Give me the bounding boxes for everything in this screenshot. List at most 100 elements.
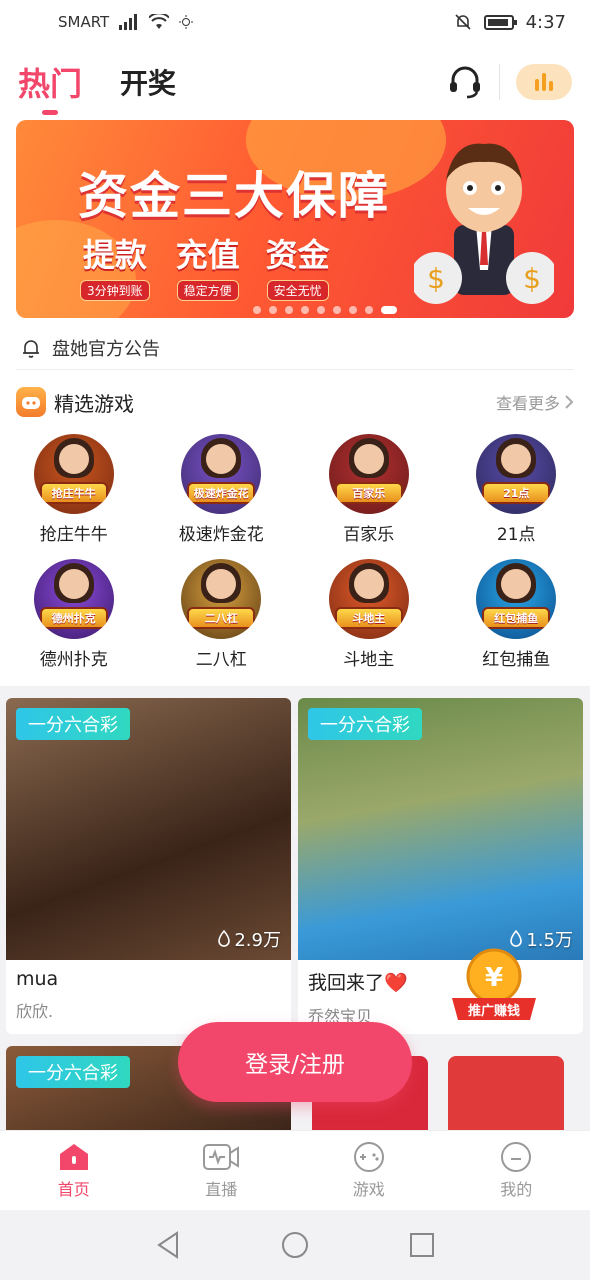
banner-item-sub: 3分钟到账 [80,280,150,301]
game-item[interactable]: 红包捕鱼 红包捕鱼 [443,559,590,670]
nav-label: 我的 [500,1179,533,1199]
headset-icon [450,66,480,99]
game-label: 百家乐 [343,525,395,545]
bell-icon [23,339,39,358]
game-icon: 极速炸金花 [181,434,262,514]
banner-item-title: 资金 [265,236,330,274]
login-register-button[interactable]: 登录/注册 [178,1022,412,1102]
nav-profile[interactable]: 我的 [443,1131,590,1210]
game-label: 红包捕鱼 [482,650,551,670]
game-item[interactable]: 二八杠 二八杠 [148,559,296,670]
svg-text:$: $ [523,262,541,295]
bar-chart-icon-bar [542,73,546,91]
game-icon: 红包捕鱼 [476,559,557,639]
game-item[interactable]: 21点 21点 [443,434,590,545]
mute-bell-icon [455,14,471,30]
banner-dot[interactable] [365,306,373,314]
live-card[interactable]: 一分六合彩 2.9万 mua 欣欣. [6,698,291,1034]
viewer-count-value: 2.9万 [234,930,281,951]
game-icon: 斗地主 [328,559,409,639]
lottery-tag: 一分六合彩 [308,708,422,740]
announcement-text: 盘她官方公告 [52,338,160,360]
game-controller-icon [16,387,46,417]
games-grid: 抢庄牛牛 抢庄牛牛 极速炸金花 极速炸金花 百家乐 百家乐 21点 21点 德州扑克 德州扑克 二八… [0,434,590,686]
signal-icon [119,14,138,30]
svg-text:$: $ [427,262,445,295]
flame-icon [218,930,231,947]
live-video-icon [203,1143,240,1170]
banner-item-sub: 稳定方便 [176,280,239,301]
banner-dot[interactable] [301,306,309,314]
divider [499,64,500,100]
banner-dot[interactable] [269,306,277,314]
game-art [353,444,384,474]
promo-earn-button[interactable]: ¥ 推广赚钱 [444,948,544,1028]
game-item[interactable]: 极速炸金花 极速炸金花 [148,434,296,545]
banner-item-sub: 安全无忧 [266,280,329,301]
nav-label: 直播 [205,1179,238,1199]
gamepad-icon [353,1141,384,1172]
game-icon: 德州扑克 [33,559,114,639]
back-icon[interactable] [155,1231,181,1259]
promo-label: 推广赚钱 [468,1003,520,1019]
game-item[interactable]: 斗地主 斗地主 [295,559,443,670]
nav-home[interactable]: 首页 [0,1131,148,1210]
bottom-nav: 首页 直播 游戏 我的 [0,1130,590,1210]
banner-items: 提款 3分钟到账 充值 稳定方便 资金 安全无忧 [80,230,330,301]
recents-icon[interactable] [409,1232,435,1258]
lottery-tag: 一分六合彩 [16,1056,130,1088]
game-label: 21点 [496,525,536,545]
viewer-count: 2.9万 [217,926,281,952]
featured-games-header: 精选游戏 查看更多 [0,370,590,434]
game-item[interactable]: 百家乐 百家乐 [295,434,443,545]
game-item[interactable]: 抢庄牛牛 抢庄牛牛 [0,434,148,545]
game-label: 抢庄牛牛 [39,525,108,545]
banner-dot[interactable] [253,306,261,314]
game-item[interactable]: 德州扑克 德州扑克 [0,559,148,670]
mascot-illustration: $ $ [414,143,554,304]
game-art [353,569,384,599]
announcement-bar[interactable]: 盘她官方公告 [16,326,574,370]
banner-item: 资金 安全无忧 [266,230,330,301]
game-badge: 21点 [482,482,551,504]
system-nav-bar [0,1210,590,1280]
nav-games[interactable]: 游戏 [295,1131,443,1210]
game-icon: 21点 [476,434,557,514]
customer-service-button[interactable] [445,62,485,102]
game-badge: 斗地主 [334,607,403,629]
game-art [58,569,89,599]
nav-label: 首页 [57,1179,90,1199]
game-badge: 抢庄牛牛 [39,482,108,504]
banner-item: 充值 稳定方便 [176,230,240,301]
game-icon: 百家乐 [328,434,409,514]
tab-hot[interactable]: 热门 [18,59,82,105]
game-icon: 抢庄牛牛 [33,434,114,514]
nav-label: 游戏 [352,1179,385,1199]
game-art [58,444,89,474]
banner-dot[interactable] [285,306,293,314]
home-circle-icon[interactable] [281,1231,309,1259]
nav-live[interactable]: 直播 [148,1131,296,1210]
banner-title: 资金三大保障 [78,167,390,225]
tab-lottery[interactable]: 开奖 [120,62,176,102]
game-label: 德州扑克 [39,650,108,670]
section-title: 精选游戏 [54,391,134,416]
section-divider [0,686,590,698]
chevron-right-icon [565,395,574,409]
game-badge: 二八杠 [187,607,256,629]
banner-dot[interactable] [317,306,325,314]
banner-dot[interactable] [333,306,341,314]
banner-pagination [16,306,574,314]
home-icon [59,1143,88,1170]
ranking-button[interactable] [516,64,572,100]
live-thumbnail: 一分六合彩 1.5万 [298,698,583,960]
banner-dot[interactable] [349,306,357,314]
coin-icon: ¥ 推广赚钱 [452,948,536,1020]
lottery-tag: 一分六合彩 [16,708,130,740]
promo-banner[interactable]: 资金三大保障 提款 3分钟到账 充值 稳定方便 资金 安全无忧 $ $ [16,120,574,318]
status-time: 4:37 [525,11,566,33]
status-bar: SMART 4:37 [0,0,590,44]
see-more-link[interactable]: 查看更多 [496,390,574,414]
banner-dot[interactable] [381,306,397,314]
game-label: 极速炸金花 [178,525,264,545]
